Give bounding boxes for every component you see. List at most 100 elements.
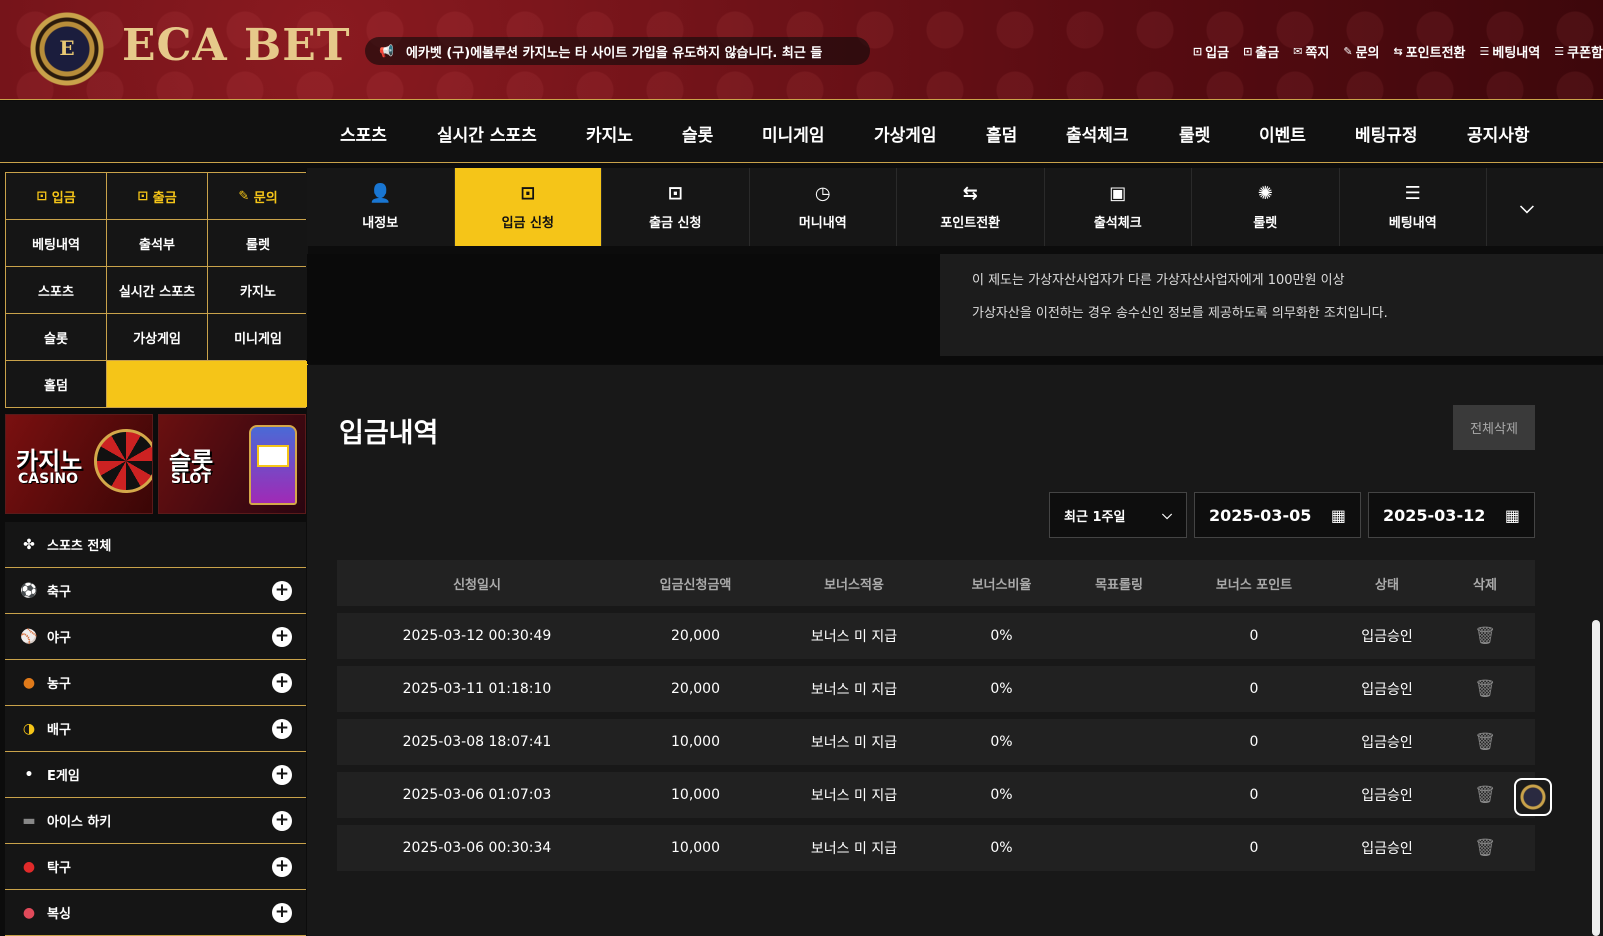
- quick-bet-history[interactable]: 베팅내역: [6, 220, 106, 266]
- sport-item-boxing[interactable]: ● 복싱 +: [5, 890, 306, 936]
- top-link-deposit[interactable]: ⊡ 입금: [1193, 42, 1229, 61]
- trash-icon[interactable]: 🗑: [1435, 666, 1535, 712]
- table-row: 2025-03-06 00:30:34 10,000 보너스 미 지급 0% 0…: [337, 825, 1535, 871]
- sport-item-soccer[interactable]: ⚽ 축구 +: [5, 568, 306, 614]
- quick-minigame[interactable]: 미니게임: [208, 314, 308, 360]
- logo-emblem-icon[interactable]: E: [28, 10, 106, 88]
- nav-minigame[interactable]: 미니게임: [762, 121, 825, 146]
- nav-event[interactable]: 이벤트: [1259, 121, 1306, 146]
- quick-withdraw[interactable]: ⊡ 출금: [107, 173, 207, 219]
- nav-holdem[interactable]: 홀덤: [986, 121, 1017, 146]
- deposit-icon: ⊡: [520, 182, 536, 204]
- sport-item-icehockey[interactable]: ▬ 아이스 하키 +: [5, 798, 306, 844]
- slot-machine-icon: [249, 425, 297, 505]
- chevron-down-icon: ⌵: [1520, 196, 1534, 218]
- trash-icon[interactable]: 🗑: [1435, 613, 1535, 659]
- nav-attendance[interactable]: 출석체크: [1066, 121, 1129, 146]
- exchange-icon: ⇆: [1393, 45, 1403, 58]
- sport-item-basketball[interactable]: ● 농구 +: [5, 660, 306, 706]
- scrollbar[interactable]: [1592, 620, 1600, 936]
- tab-my-info[interactable]: 👤 내정보: [307, 168, 455, 246]
- megaphone-icon: 📢: [379, 44, 394, 58]
- quick-menu-grid: ⊡ 입금 ⊡ 출금 ✎ 문의 베팅내역 출석부 룰렛 스포츠 실시간 스포츠 카…: [5, 172, 308, 408]
- nav-casino[interactable]: 카지노: [586, 121, 633, 146]
- tabs-more-button[interactable]: ⌵: [1487, 168, 1567, 246]
- quick-live-sports[interactable]: 실시간 스포츠: [107, 267, 207, 313]
- tab-withdraw-request[interactable]: ⊡ 출금 신청: [602, 168, 750, 246]
- notice-ticker: 📢 에카벳 (구)에볼루션 카지노는 타 사이트 가입을 유도하지 않습니다. …: [365, 37, 870, 65]
- date-from-input[interactable]: 2025-03-05 ▦: [1194, 492, 1361, 538]
- top-link-inquiry[interactable]: ✎ 문의: [1343, 42, 1379, 61]
- plus-icon[interactable]: +: [272, 673, 292, 693]
- logo-text[interactable]: ECA BET: [122, 20, 350, 71]
- top-link-message[interactable]: ✉ 쪽지: [1293, 42, 1329, 61]
- tab-bet-history[interactable]: ☰ 베팅내역: [1340, 168, 1487, 246]
- calendar-icon[interactable]: ▦: [1331, 506, 1346, 525]
- gamepad-icon: •: [24, 766, 34, 783]
- top-link-bet-history[interactable]: ☰ 베팅내역: [1480, 42, 1541, 61]
- col-header: 보너스비율: [971, 577, 1032, 593]
- tab-point-convert[interactable]: ⇆ 포인트전환: [897, 168, 1045, 246]
- quick-casino[interactable]: 카지노: [208, 267, 308, 313]
- table-header: 신청일시 입금신청금액 보너스적용 보너스비율 목표롤링 보너스 포인트 상태 …: [337, 560, 1535, 606]
- top-link-coupon[interactable]: ☰ 쿠폰함: [1554, 42, 1603, 61]
- nav-live-sports[interactable]: 실시간 스포츠: [437, 121, 537, 146]
- delete-all-button[interactable]: 전체삭제: [1453, 405, 1535, 450]
- deposit-icon: ⊡: [1192, 45, 1203, 58]
- sport-item-egame[interactable]: • E게임 +: [5, 752, 306, 798]
- table-row: 2025-03-12 00:30:49 20,000 보너스 미 지급 0% 0…: [337, 613, 1535, 659]
- plus-icon[interactable]: +: [272, 581, 292, 601]
- withdraw-icon: ⊡: [667, 182, 683, 204]
- quick-roulette[interactable]: 룰렛: [208, 220, 308, 266]
- quick-inquiry[interactable]: ✎ 문의: [208, 173, 308, 219]
- plus-icon[interactable]: +: [272, 903, 292, 923]
- pencil-icon: ✎: [1343, 45, 1353, 58]
- top-link-point-convert[interactable]: ⇆ 포인트전환: [1393, 42, 1465, 61]
- plus-icon[interactable]: +: [272, 811, 292, 831]
- withdraw-icon: ⊡: [1243, 45, 1253, 58]
- sport-item-tabletennis[interactable]: ● 탁구 +: [5, 844, 306, 890]
- sport-item-all[interactable]: ✤ 스포츠 전체: [5, 522, 306, 568]
- pingpong-icon: ●: [22, 858, 36, 875]
- top-link-withdraw[interactable]: ⊡ 출금: [1243, 42, 1279, 61]
- chat-launcher-icon[interactable]: [1514, 778, 1552, 816]
- list-icon: ☰: [1479, 45, 1490, 58]
- quick-attendance[interactable]: 출석부: [107, 220, 207, 266]
- quick-virtual[interactable]: 가상게임: [107, 314, 207, 360]
- slot-banner[interactable]: 슬롯 SLOT: [158, 414, 306, 514]
- deposit-history-panel: 입금내역 전체삭제 최근 1주일 ⌵ 2025-03-05 ▦ 2025-03-12…: [307, 365, 1603, 936]
- date-to-input[interactable]: 2025-03-12 ▦: [1368, 492, 1535, 538]
- period-select[interactable]: 최근 1주일 ⌵: [1049, 492, 1187, 538]
- info-text: 이 제도는 가상자산사업자가 다른 가상자산사업자에게 100만원 이상 가상자…: [940, 254, 1603, 356]
- nav-slot[interactable]: 슬롯: [682, 121, 713, 146]
- trash-icon[interactable]: 🗑: [1435, 719, 1535, 765]
- plus-icon[interactable]: +: [272, 627, 292, 647]
- nav-sports[interactable]: 스포츠: [340, 121, 387, 146]
- tab-deposit-request[interactable]: ⊡ 입금 신청: [454, 168, 602, 246]
- nav-bet-rules[interactable]: 베팅규정: [1355, 121, 1418, 146]
- quick-sports[interactable]: 스포츠: [6, 267, 106, 313]
- basketball-icon: ●: [22, 674, 36, 691]
- tab-attendance[interactable]: ▣ 출석체크: [1045, 168, 1192, 246]
- list-icon: ☰: [1404, 182, 1421, 204]
- tab-roulette[interactable]: ✺ 룰렛: [1192, 168, 1340, 246]
- tab-money-history[interactable]: ◷ 머니내역: [750, 168, 897, 246]
- plus-icon[interactable]: +: [272, 857, 292, 877]
- trash-icon[interactable]: 🗑: [1435, 825, 1535, 871]
- nav-notice[interactable]: 공지사항: [1467, 121, 1530, 146]
- sport-item-baseball[interactable]: ⚾ 야구 +: [5, 614, 306, 660]
- quick-slot[interactable]: 슬롯: [6, 314, 106, 360]
- nav-roulette[interactable]: 룰렛: [1179, 121, 1210, 146]
- calendar-icon[interactable]: ▦: [1505, 506, 1520, 525]
- plus-icon[interactable]: +: [272, 765, 292, 785]
- col-header: 목표롤링: [1095, 577, 1143, 593]
- col-header: 보너스적용: [824, 577, 884, 593]
- sport-item-volleyball[interactable]: ◑ 배구 +: [5, 706, 306, 752]
- casino-banner[interactable]: 카지노 CASINO: [5, 414, 153, 514]
- plus-icon[interactable]: +: [272, 719, 292, 739]
- chevron-down-icon: ⌵: [1162, 507, 1172, 523]
- nav-virtual[interactable]: 가상게임: [874, 121, 937, 146]
- quick-deposit[interactable]: ⊡ 입금: [6, 173, 106, 219]
- baseball-icon: ⚾: [20, 628, 38, 645]
- quick-holdem[interactable]: 홀덤: [6, 361, 106, 407]
